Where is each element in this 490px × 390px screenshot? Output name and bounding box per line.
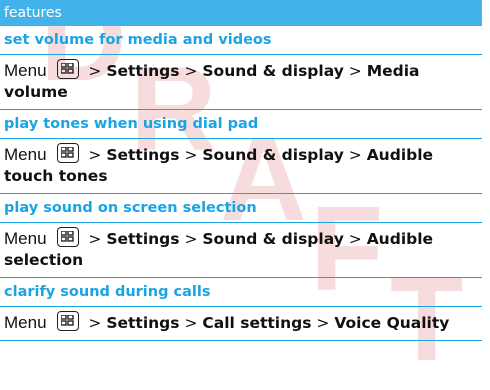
menu-word: Menu xyxy=(4,229,47,248)
separator: > xyxy=(348,62,362,80)
feature-title: clarify sound during calls xyxy=(0,277,482,306)
menu-key-icon xyxy=(57,59,80,79)
separator: > xyxy=(348,146,362,164)
path-step: Sound & display xyxy=(202,62,344,80)
features-table: features set volume for media and videos… xyxy=(0,0,482,341)
feature-instructions: Menu > Settings > Sound & display > Audi… xyxy=(0,222,482,277)
table-bottom-border xyxy=(0,340,482,341)
separator: > xyxy=(348,230,362,248)
path-step: Settings xyxy=(106,314,180,332)
path-step: Voice Quality xyxy=(334,314,450,332)
menu-key-icon xyxy=(57,227,80,247)
feature-title: set volume for media and videos xyxy=(4,32,272,48)
separator: > xyxy=(184,314,198,332)
table-header: features xyxy=(0,0,482,26)
feature-title: play tones when using dial pad xyxy=(0,109,482,138)
menu-key-icon xyxy=(57,311,80,331)
separator: > xyxy=(184,62,198,80)
separator: > xyxy=(184,230,198,248)
separator: > xyxy=(88,62,102,80)
separator: > xyxy=(184,146,198,164)
separator: > xyxy=(88,314,102,332)
path-step: Call settings xyxy=(202,314,312,332)
menu-word: Menu xyxy=(4,61,47,80)
separator: > xyxy=(316,314,330,332)
feature-instructions: Menu > Settings > Sound & display > Audi… xyxy=(0,138,482,193)
path-step: Settings xyxy=(106,230,180,248)
feature-title: play sound on screen selection xyxy=(0,193,482,222)
separator: > xyxy=(88,230,102,248)
separator: > xyxy=(88,146,102,164)
menu-word: Menu xyxy=(4,313,47,332)
menu-word: Menu xyxy=(4,145,47,164)
path-step: Sound & display xyxy=(202,146,344,164)
menu-key-icon xyxy=(57,143,80,163)
path-step: Settings xyxy=(106,62,180,80)
feature-instructions: Menu > Settings > Sound & display > Medi… xyxy=(0,54,482,109)
feature-instructions: Menu > Settings > Call settings > Voice … xyxy=(0,306,482,340)
path-step: Settings xyxy=(106,146,180,164)
path-step: Sound & display xyxy=(202,230,344,248)
